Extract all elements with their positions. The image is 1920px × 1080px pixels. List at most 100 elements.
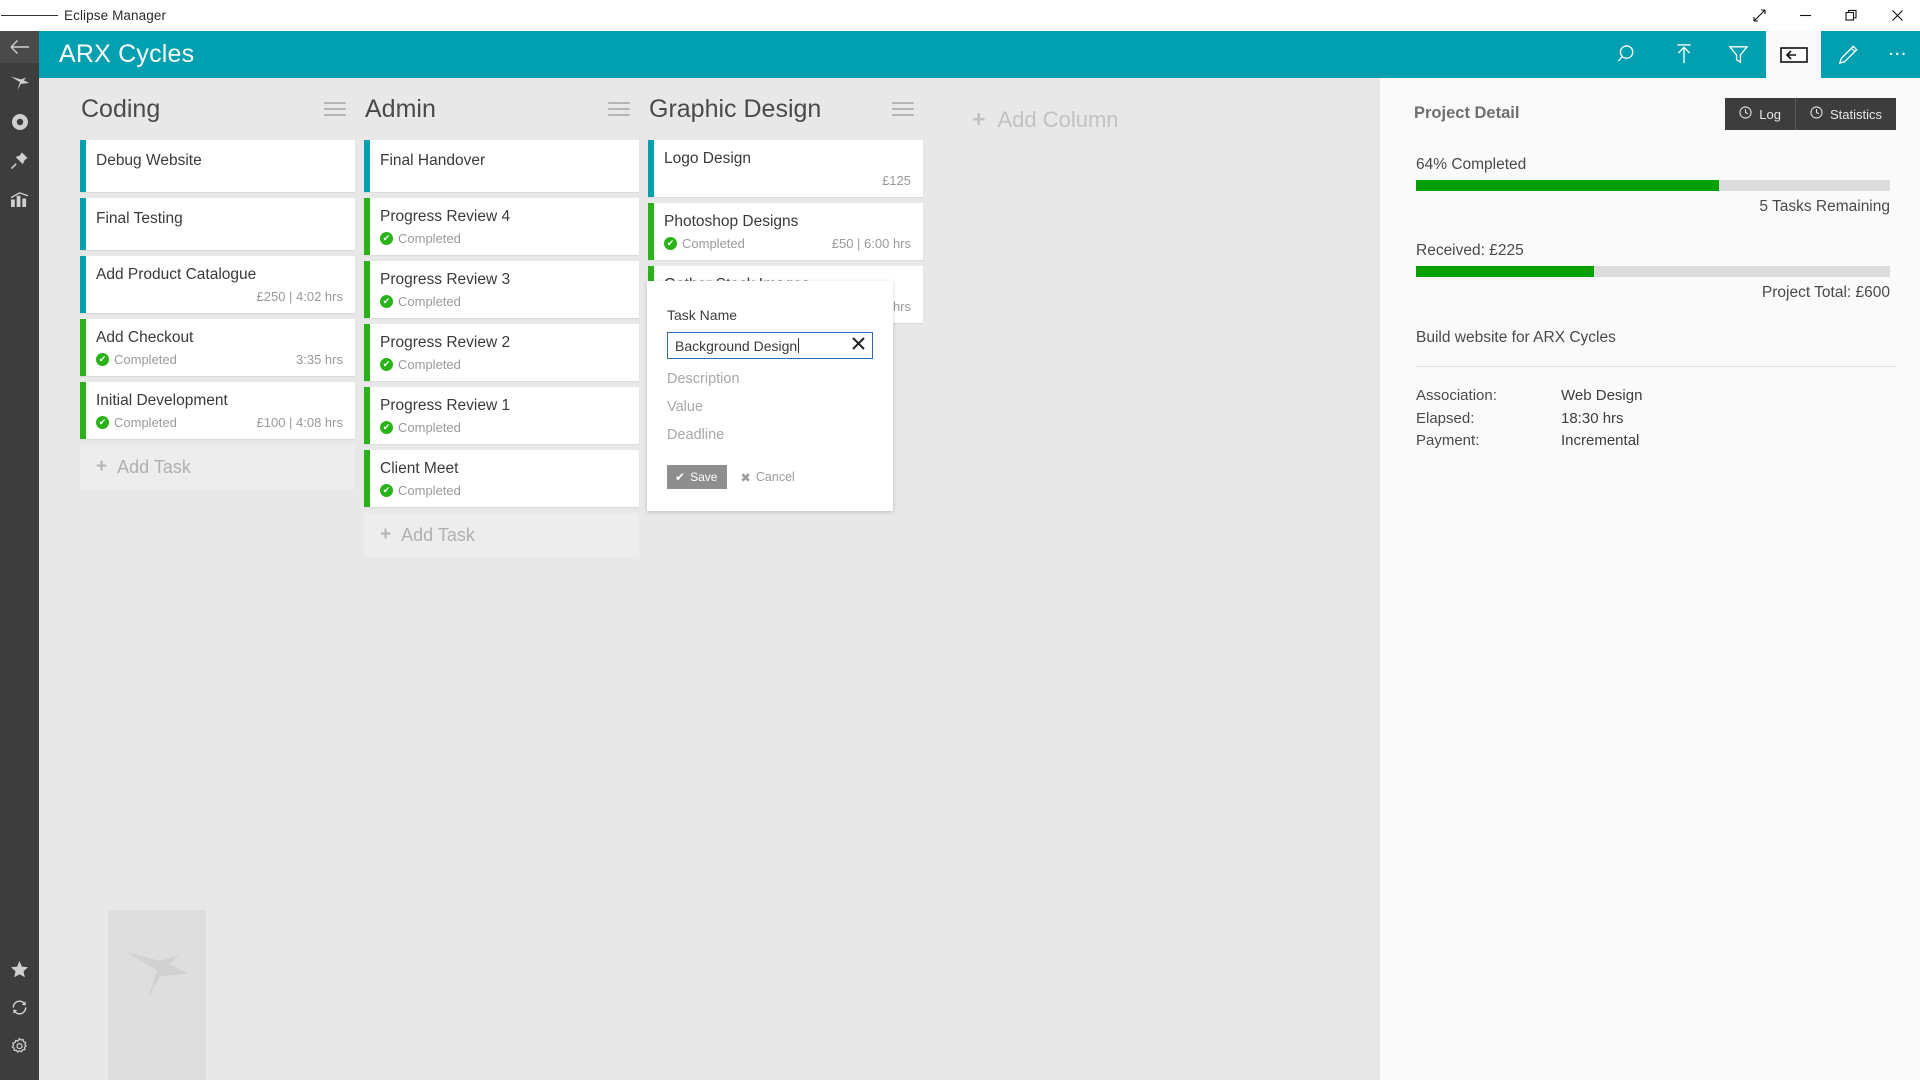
- gear-icon[interactable]: [0, 1027, 39, 1066]
- card-state-bar: [364, 261, 370, 318]
- card-state-bar: [80, 140, 86, 192]
- pin-icon[interactable]: [0, 141, 39, 180]
- pencil-icon[interactable]: [1821, 31, 1876, 78]
- detail-header: Project Detail Log Statistics: [1414, 98, 1896, 130]
- task-card[interactable]: Final Handover: [364, 140, 639, 192]
- task-card[interactable]: Photoshop Designs✔Completed£50 | 6:00 hr…: [648, 203, 923, 260]
- task-card[interactable]: Progress Review 2✔Completed: [364, 324, 639, 381]
- task-card[interactable]: Add Checkout ✔Completed3:35 hrs: [80, 319, 355, 376]
- new-task-dialog: Task Name Background Design Description …: [647, 281, 893, 511]
- statistics-tab[interactable]: Statistics: [1795, 98, 1896, 130]
- window-title: Eclipse Manager: [64, 8, 166, 23]
- card-value: £250 | 4:02 hrs: [257, 289, 344, 304]
- hamburger-icon[interactable]: [0, 0, 58, 31]
- task-card[interactable]: Logo Design£125: [648, 140, 923, 197]
- clear-icon[interactable]: [851, 336, 866, 356]
- card-title: Photoshop Designs: [664, 212, 911, 232]
- detail-field-key: Association:: [1416, 385, 1561, 408]
- check-icon: ✔: [380, 358, 393, 371]
- ring-icon[interactable]: [0, 102, 39, 141]
- log-tab[interactable]: Log: [1725, 98, 1795, 130]
- card-meta: ✔Completed£100 | 4:08 hrs: [96, 414, 343, 430]
- toggle-panel-icon[interactable]: [1766, 31, 1821, 78]
- deadline-field[interactable]: Deadline: [667, 427, 873, 443]
- card-state-bar: [364, 387, 370, 444]
- completion-progress-track: [1416, 180, 1890, 191]
- sync-icon[interactable]: [0, 988, 39, 1027]
- task-card[interactable]: Client Meet✔Completed: [364, 450, 639, 507]
- bar-chart-icon[interactable]: [0, 180, 39, 219]
- project-detail-panel: Project Detail Log Statistics 64% Comple…: [1380, 78, 1920, 1080]
- project-fields: Association:Web DesignElapsed:18:30 hrsP…: [1414, 385, 1896, 453]
- task-card[interactable]: Initial Development✔Completed£100 | 4:08…: [80, 382, 355, 439]
- column-menu-icon[interactable]: [324, 98, 346, 119]
- cancel-button[interactable]: ✖ Cancel: [740, 470, 794, 485]
- card-meta: ✔Completed3:35 hrs: [96, 351, 343, 367]
- project-description: Build website for ARX Cycles: [1414, 329, 1896, 347]
- status-badge: ✔Completed: [380, 483, 461, 498]
- task-card[interactable]: Debug Website: [80, 140, 355, 192]
- origami-bird-icon[interactable]: [0, 63, 39, 102]
- task-card[interactable]: Progress Review 3✔Completed: [364, 261, 639, 318]
- upload-icon[interactable]: [1656, 31, 1711, 78]
- status-label: Completed: [398, 294, 461, 309]
- plus-icon: +: [972, 106, 985, 133]
- search-icon[interactable]: [1601, 31, 1656, 78]
- detail-title: Project Detail: [1414, 104, 1519, 123]
- expand-icon[interactable]: [1736, 0, 1782, 31]
- sidebar-rail-bottom: [0, 949, 39, 1066]
- cross-icon: ✖: [740, 470, 750, 485]
- task-card[interactable]: Add Product Catalogue£250 | 4:02 hrs: [80, 256, 355, 313]
- detail-field-key: Elapsed:: [1416, 408, 1561, 431]
- description-field[interactable]: Description: [667, 371, 873, 387]
- card-state-bar: [648, 203, 654, 260]
- status-badge: ✔Completed: [96, 415, 177, 430]
- close-icon[interactable]: [1874, 0, 1920, 31]
- save-button[interactable]: ✔ Save: [667, 465, 727, 489]
- back-arrow-icon[interactable]: [0, 31, 39, 63]
- status-label: Completed: [398, 357, 461, 372]
- divider: [1416, 366, 1896, 367]
- log-tab-label: Log: [1759, 107, 1781, 122]
- check-icon: ✔: [380, 232, 393, 245]
- detail-tabs: Log Statistics: [1725, 98, 1896, 130]
- app-header: ARX Cycles …: [39, 31, 1920, 78]
- task-card[interactable]: Progress Review 1 ✔Completed: [364, 387, 639, 444]
- minimize-icon[interactable]: [1782, 0, 1828, 31]
- value-field[interactable]: Value: [667, 399, 873, 415]
- completion-progress-fill: [1416, 180, 1719, 191]
- add-task-button[interactable]: +Add Task: [80, 445, 355, 489]
- card-title: Add Checkout: [96, 328, 343, 348]
- task-card[interactable]: Progress Review 4✔Completed: [364, 198, 639, 255]
- task-name-input[interactable]: Background Design: [667, 332, 873, 359]
- card-value: £50 | 6:00 hrs: [832, 236, 911, 251]
- column-header: Coding: [80, 78, 355, 140]
- app-header-actions: …: [1601, 31, 1920, 78]
- column-menu-icon[interactable]: [892, 98, 914, 119]
- card-meta: ✔Completed: [380, 419, 627, 435]
- tasks-remaining-label: 5 Tasks Remaining: [1416, 198, 1890, 216]
- detail-field-value: Web Design: [1561, 385, 1642, 408]
- card-value: 3:35 hrs: [296, 352, 343, 367]
- origami-bird-watermark: [108, 910, 206, 1080]
- filter-icon[interactable]: [1711, 31, 1766, 78]
- card-title: Progress Review 1: [380, 396, 627, 416]
- column-menu-icon[interactable]: [608, 98, 630, 119]
- window-titlebar: Eclipse Manager: [0, 0, 1920, 31]
- card-state-bar: [364, 140, 370, 192]
- restore-icon[interactable]: [1828, 0, 1874, 31]
- received-progress-block: Received: £225 Project Total: £600: [1414, 242, 1896, 302]
- status-label: Completed: [398, 420, 461, 435]
- more-icon[interactable]: …: [1876, 31, 1920, 78]
- status-badge: ✔Completed: [380, 420, 461, 435]
- received-progress-track: [1416, 266, 1890, 277]
- sidebar-rail: [0, 31, 39, 1080]
- card-meta: £125: [664, 172, 911, 188]
- status-badge: ✔ Completed: [380, 357, 461, 372]
- board-column: AdminFinal HandoverProgress Review 4✔Com…: [364, 78, 639, 557]
- add-column-button[interactable]: + Add Column: [972, 106, 1119, 133]
- task-card[interactable]: Final Testing: [80, 198, 355, 250]
- add-task-button[interactable]: +Add Task: [364, 513, 639, 557]
- star-icon[interactable]: [0, 949, 39, 988]
- check-icon: ✔: [380, 295, 393, 308]
